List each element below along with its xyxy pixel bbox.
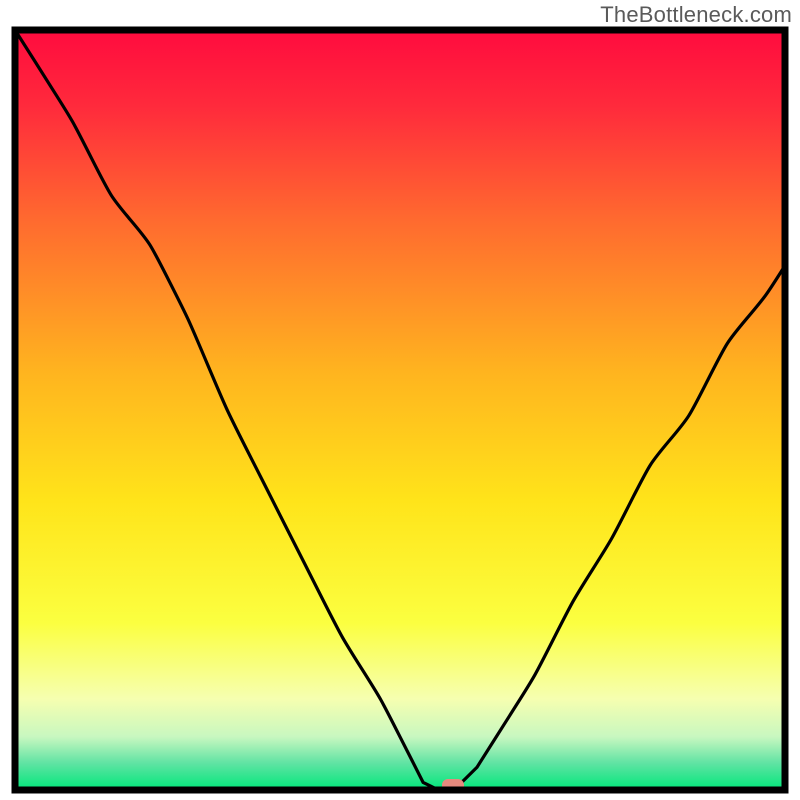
watermark-text: TheBottleneck.com	[600, 2, 792, 28]
chart-container: TheBottleneck.com	[0, 0, 800, 800]
plot-background	[15, 30, 785, 790]
bottleneck-chart	[10, 25, 790, 795]
